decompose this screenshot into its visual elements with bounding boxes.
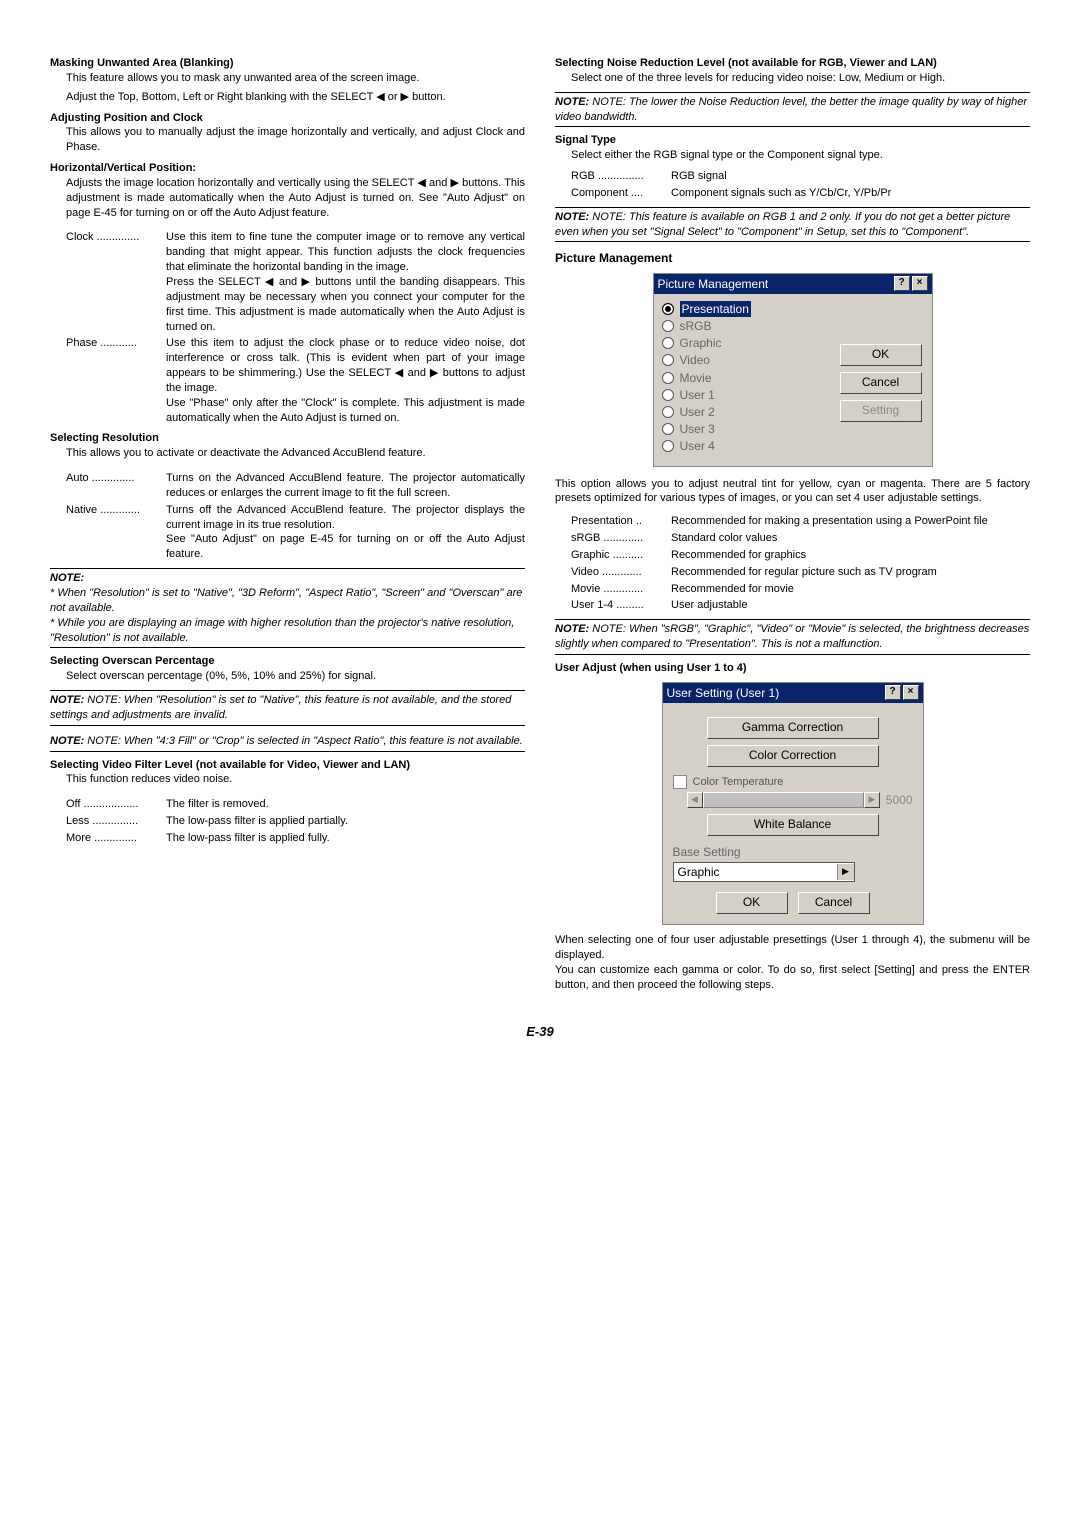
heading-pm: Picture Management: [555, 250, 1030, 266]
heading-nr: Selecting Noise Reduction Level (not ava…: [555, 56, 1030, 71]
resolution-note1: * When "Resolution" is set to "Native", …: [50, 587, 522, 614]
phase-label: Phase ............: [66, 336, 166, 425]
native-label: Native .............: [66, 503, 166, 562]
gamma-button[interactable]: Gamma Correction: [707, 717, 879, 739]
phase-text: Use this item to adjust the clock phase …: [166, 336, 525, 425]
chevron-right-icon[interactable]: ▶: [864, 792, 880, 808]
user-p2: You can customize each gamma or color. T…: [555, 963, 1030, 993]
heading-signal: Signal Type: [555, 133, 1030, 148]
pm-note: NOTE: NOTE: When "sRGB", "Graphic", "Vid…: [555, 619, 1030, 655]
heading-posclock: Adjusting Position and Clock: [50, 111, 525, 126]
nr-p1: Select one of the three levels for reduc…: [555, 71, 1030, 86]
color-temp-label: Color Temperature: [693, 775, 784, 790]
heading-user-adjust: User Adjust (when using User 1 to 4): [555, 661, 1030, 676]
clock-label: Clock ..............: [66, 230, 166, 334]
heading-blanking: Masking Unwanted Area (Blanking): [50, 56, 525, 71]
overscan-p1: Select overscan percentage (0%, 5%, 10% …: [50, 669, 525, 684]
comp-row: Component .... Component signals such as…: [571, 186, 1030, 201]
blanking-p1: This feature allows you to mask any unwa…: [50, 71, 525, 86]
more-label: More ..............: [66, 831, 166, 846]
nr-note: NOTE: NOTE: The lower the Noise Reductio…: [555, 92, 1030, 128]
less-text: The low-pass filter is applied partially…: [166, 814, 525, 829]
pm-option-user4[interactable]: User 4: [662, 438, 924, 454]
heading-filter: Selecting Video Filter Level (not availa…: [50, 758, 525, 773]
more-row: More .............. The low-pass filter …: [66, 831, 525, 846]
less-row: Less ............... The low-pass filter…: [66, 814, 525, 829]
off-text: The filter is removed.: [166, 797, 525, 812]
hvpos-p1: Adjusts the image location horizontally …: [50, 176, 525, 221]
white-balance-button[interactable]: White Balance: [707, 814, 879, 836]
off-label: Off ..................: [66, 797, 166, 812]
heading-overscan: Selecting Overscan Percentage: [50, 654, 525, 669]
clock-row: Clock .............. Use this item to fi…: [66, 230, 525, 334]
pm-title-text: Picture Management: [658, 276, 769, 292]
signal-p1: Select either the RGB signal type or the…: [555, 148, 1030, 163]
rgb-label: RGB ...............: [571, 169, 671, 184]
base-setting-label: Base Setting: [673, 844, 913, 860]
native-row: Native ............. Turns off the Advan…: [66, 503, 525, 562]
less-label: Less ...............: [66, 814, 166, 829]
heading-hvpos: Horizontal/Vertical Position:: [50, 161, 525, 176]
chevron-left-icon[interactable]: ◀: [687, 792, 703, 808]
native-text: Turns off the Advanced AccuBlend feature…: [166, 503, 525, 562]
pm-option-presentation[interactable]: Presentation: [662, 301, 924, 317]
right-column: Selecting Noise Reduction Level (not ava…: [555, 50, 1030, 993]
clock-text: Use this item to fine tune the computer …: [166, 230, 525, 334]
note-label: NOTE:: [50, 572, 84, 584]
base-setting-value: Graphic: [674, 864, 837, 880]
user-p1: When selecting one of four user adjustab…: [555, 933, 1030, 963]
overscan-note1: NOTE: NOTE: When "Resolution" is set to …: [50, 690, 525, 726]
auto-text: Turns on the Advanced AccuBlend feature.…: [166, 471, 525, 501]
blanking-p2: Adjust the Top, Bottom, Left or Right bl…: [50, 90, 525, 105]
us-ok-button[interactable]: OK: [716, 892, 788, 914]
base-setting-dropdown[interactable]: Graphic ▶: [673, 862, 855, 882]
pm-ok-button[interactable]: OK: [840, 344, 922, 366]
auto-row: Auto .............. Turns on the Advance…: [66, 471, 525, 501]
page-number: E-39: [50, 1023, 1030, 1041]
pm-cancel-button[interactable]: Cancel: [840, 372, 922, 394]
auto-label: Auto ..............: [66, 471, 166, 501]
color-temp-slider[interactable]: ◀ ▶ 5000: [687, 792, 913, 808]
resolution-note: NOTE: * When "Resolution" is set to "Nat…: [50, 568, 525, 648]
chevron-down-icon[interactable]: ▶: [837, 864, 854, 880]
pm-option-user3[interactable]: User 3: [662, 421, 924, 437]
color-temp-value: 5000: [886, 792, 913, 808]
pm-desc: This option allows you to adjust neutral…: [555, 477, 1030, 507]
comp-label: Component ....: [571, 186, 671, 201]
pm-option-srgb[interactable]: sRGB: [662, 318, 924, 334]
resolution-note2: * While you are displaying an image with…: [50, 617, 514, 644]
more-text: The low-pass filter is applied fully.: [166, 831, 525, 846]
color-temp-checkbox[interactable]: [673, 775, 687, 789]
picture-management-dialog: Picture Management ? × Presentation sRGB…: [653, 273, 933, 467]
signal-note: NOTE: NOTE: This feature is available on…: [555, 207, 1030, 243]
pm-setting-button[interactable]: Setting: [840, 400, 922, 422]
resolution-p1: This allows you to activate or deactivat…: [50, 446, 525, 461]
rgb-text: RGB signal: [671, 169, 1030, 184]
comp-text: Component signals such as Y/Cb/Cr, Y/Pb/…: [671, 186, 1030, 201]
help-icon[interactable]: ?: [894, 276, 910, 291]
user-setting-dialog: User Setting (User 1) ? × Gamma Correcti…: [662, 682, 924, 925]
phase-row: Phase ............ Use this item to adju…: [66, 336, 525, 425]
filter-p1: This function reduces video noise.: [50, 772, 525, 787]
overscan-note2: NOTE: NOTE: When "4:3 Fill" or "Crop" is…: [50, 732, 525, 752]
color-correction-button[interactable]: Color Correction: [707, 745, 879, 767]
us-title-text: User Setting (User 1): [667, 685, 780, 701]
us-cancel-button[interactable]: Cancel: [798, 892, 870, 914]
close-icon[interactable]: ×: [903, 685, 919, 700]
close-icon[interactable]: ×: [912, 276, 928, 291]
left-column: Masking Unwanted Area (Blanking) This fe…: [50, 50, 525, 993]
heading-resolution: Selecting Resolution: [50, 431, 525, 446]
off-row: Off .................. The filter is rem…: [66, 797, 525, 812]
rgb-row: RGB ............... RGB signal: [571, 169, 1030, 184]
help-icon[interactable]: ?: [885, 685, 901, 700]
posclock-p1: This allows you to manually adjust the i…: [50, 125, 525, 155]
